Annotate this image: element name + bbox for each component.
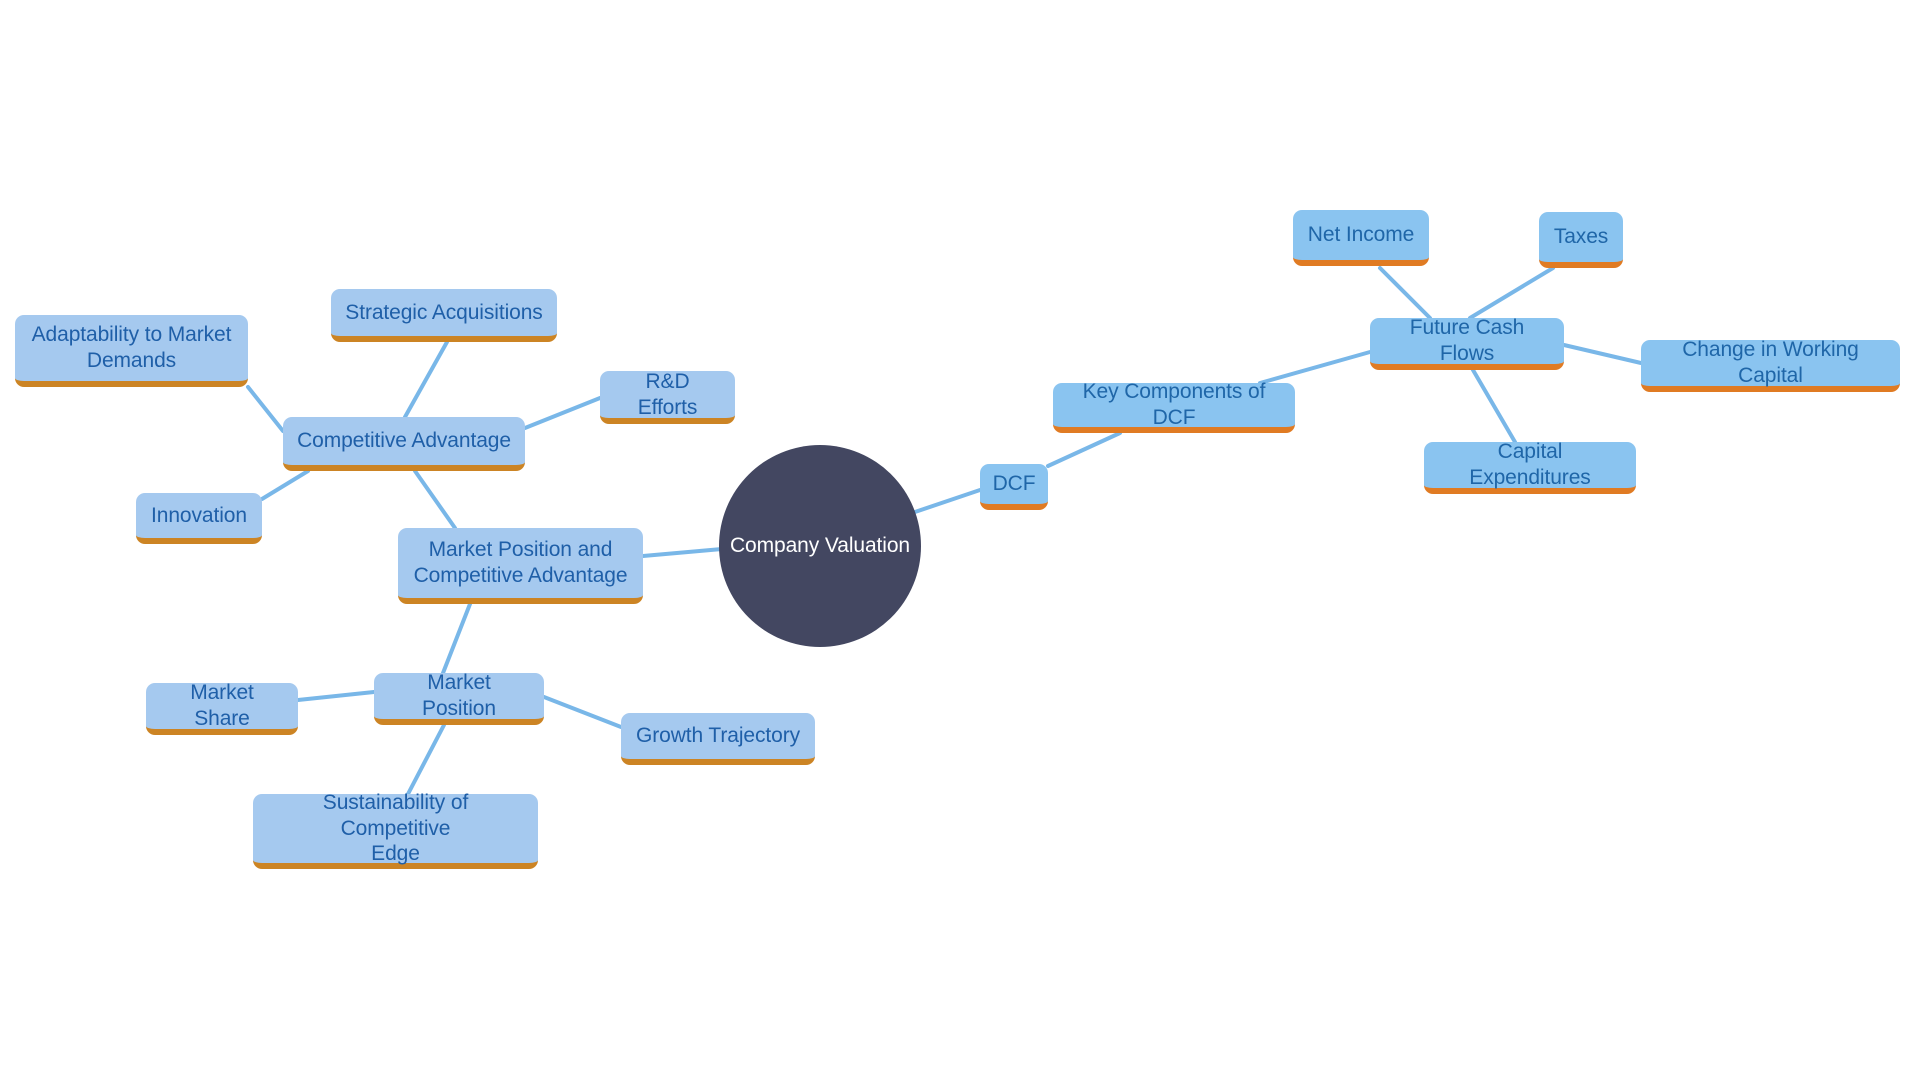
node-label-market-position: Market Position (422, 671, 496, 720)
node-sustainability-of-competitive-edge[interactable]: Sustainability of Competitive Edge (253, 791, 538, 869)
node-label-market-share: Market Share (190, 681, 254, 730)
node-key-components-of-dcf[interactable]: Key Components of DCF (1053, 380, 1295, 433)
node-label-growth-trajectory: Growth Trajectory (635, 724, 800, 748)
node-label-market-position-and-competitive-advantage: Market Position and Competitive Advantag… (413, 538, 628, 587)
edge-company-valuation-to-market-position-and-competitive-advantage (641, 547, 724, 558)
edge-market-position-to-sustainability-of-competitive-edge (406, 723, 446, 796)
edge-future-cash-flows-to-capital-expenditures (1471, 368, 1517, 444)
node-market-position[interactable]: Market Position (374, 671, 544, 725)
edge-market-position-to-growth-trajectory (542, 695, 623, 729)
root-node-label: Company Valuation (729, 534, 911, 557)
node-label-r-and-d-efforts: R&D Efforts (637, 369, 698, 419)
node-label-key-components-of-dcf: Key Components of DCF (1082, 380, 1266, 429)
node-label-future-cash-flows: Future Cash Flows (1409, 316, 1525, 365)
edge-competitive-advantage-to-adaptability-to-market-demands (246, 385, 285, 433)
node-dcf[interactable]: DCF (980, 464, 1048, 510)
node-label-sustainability-of-competitive-edge: Sustainability of Competitive Edge (322, 791, 469, 866)
edge-dcf-to-key-components-of-dcf (1046, 431, 1122, 468)
edge-future-cash-flows-to-taxes (1468, 266, 1555, 320)
node-label-dcf: DCF (992, 472, 1036, 496)
node-competitive-advantage[interactable]: Competitive Advantage (283, 417, 525, 471)
node-capital-expenditures[interactable]: Capital Expenditures (1424, 440, 1636, 494)
node-label-capital-expenditures: Capital Expenditures (1469, 440, 1591, 489)
node-label-strategic-acquisitions: Strategic Acquisitions (345, 300, 543, 324)
mindmap-canvas: DCF Key Components of DCF Future Cash Flow… (0, 0, 1920, 1080)
edge-future-cash-flows-to-change-in-working-capital (1562, 343, 1643, 365)
edge-key-components-of-dcf-to-future-cash-flows (1258, 350, 1372, 385)
node-innovation[interactable]: Innovation (136, 493, 262, 544)
node-r-and-d-efforts[interactable]: R&D Efforts (600, 369, 735, 424)
node-label-change-in-working-capital: Change in Working Capital (1682, 338, 1859, 387)
node-label-taxes: Taxes (1553, 225, 1609, 249)
node-label-adaptability-to-market-demands: Adaptability to Market Demands (31, 323, 232, 372)
node-adaptability-to-market-demands[interactable]: Adaptability to Market Demands (15, 315, 248, 387)
node-label-innovation: Innovation (151, 503, 247, 527)
edge-market-position-to-market-share (296, 690, 376, 702)
node-growth-trajectory[interactable]: Growth Trajectory (621, 713, 815, 765)
node-change-in-working-capital[interactable]: Change in Working Capital (1641, 338, 1900, 392)
edge-company-valuation-to-dcf (910, 488, 982, 515)
node-strategic-acquisitions[interactable]: Strategic Acquisitions (331, 289, 557, 342)
node-taxes[interactable]: Taxes (1539, 212, 1623, 268)
node-market-share[interactable]: Market Share (146, 681, 298, 735)
edge-future-cash-flows-to-net-income (1378, 266, 1432, 320)
edge-competitive-advantage-to-r-and-d-efforts (523, 396, 602, 430)
edge-competitive-advantage-to-innovation (260, 469, 310, 501)
node-future-cash-flows[interactable]: Future Cash Flows (1370, 316, 1564, 370)
edge-competitive-advantage-to-strategic-acquisitions (403, 340, 449, 419)
node-label-competitive-advantage: Competitive Advantage (297, 429, 511, 453)
node-market-position-and-competitive-advantage[interactable]: Market Position and Competitive Advantag… (398, 528, 643, 604)
node-label-net-income: Net Income (1307, 223, 1415, 247)
node-net-income[interactable]: Net Income (1293, 210, 1429, 266)
root-node-company-valuation[interactable]: Company Valuation (719, 445, 921, 647)
edge-market-position-and-competitive-advantage-to-competitive-advantage (413, 469, 457, 530)
edge-layer (246, 266, 1643, 796)
edge-market-position-and-competitive-advantage-to-market-position (441, 602, 472, 675)
